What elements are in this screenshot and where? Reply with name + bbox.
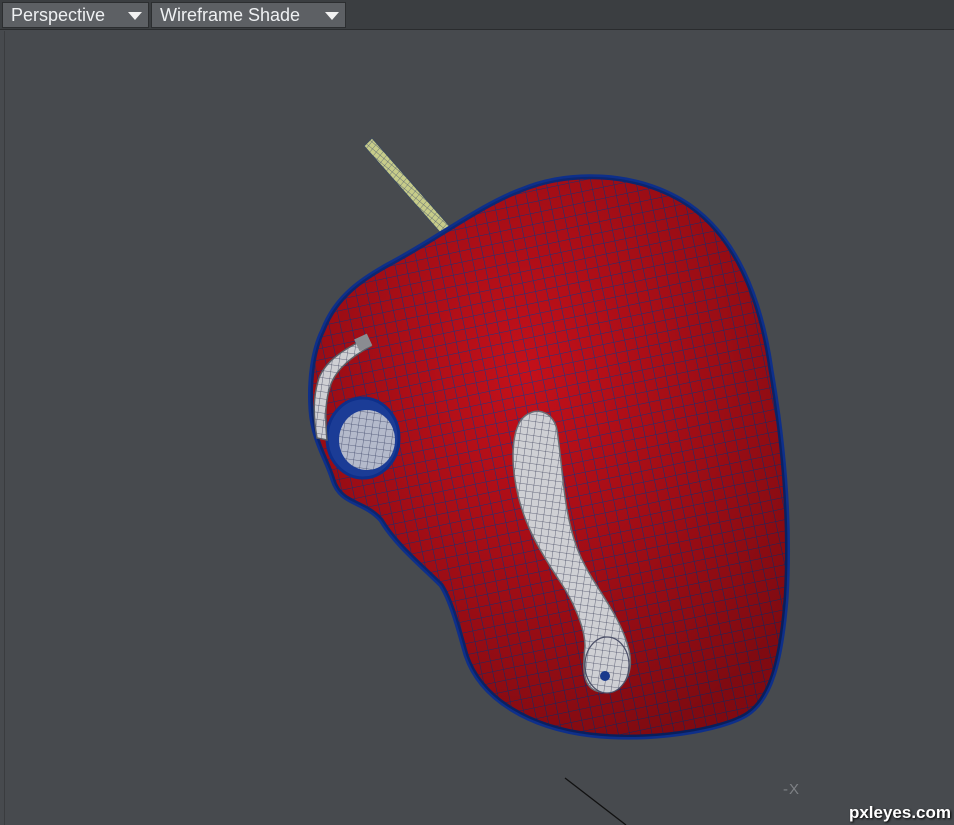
eye-mesh [325,396,401,480]
3d-viewport[interactable]: -X pxleyes.com [4,31,954,825]
axis-label: -X [783,781,800,798]
shading-mode-dropdown[interactable]: Wireframe Shade [151,2,346,28]
view-mode-label: Perspective [11,5,106,25]
watermark: pxleyes.com [848,803,951,822]
viewport-toolbar: Perspective Wireframe Shade [0,0,954,30]
shading-mode-label: Wireframe Shade [160,5,301,25]
stem-mesh [363,137,454,239]
axis-line [564,777,627,825]
view-mode-dropdown[interactable]: Perspective [2,2,149,28]
scene-canvas [308,137,791,825]
chevron-down-icon [325,12,339,20]
chevron-down-icon [128,12,142,20]
